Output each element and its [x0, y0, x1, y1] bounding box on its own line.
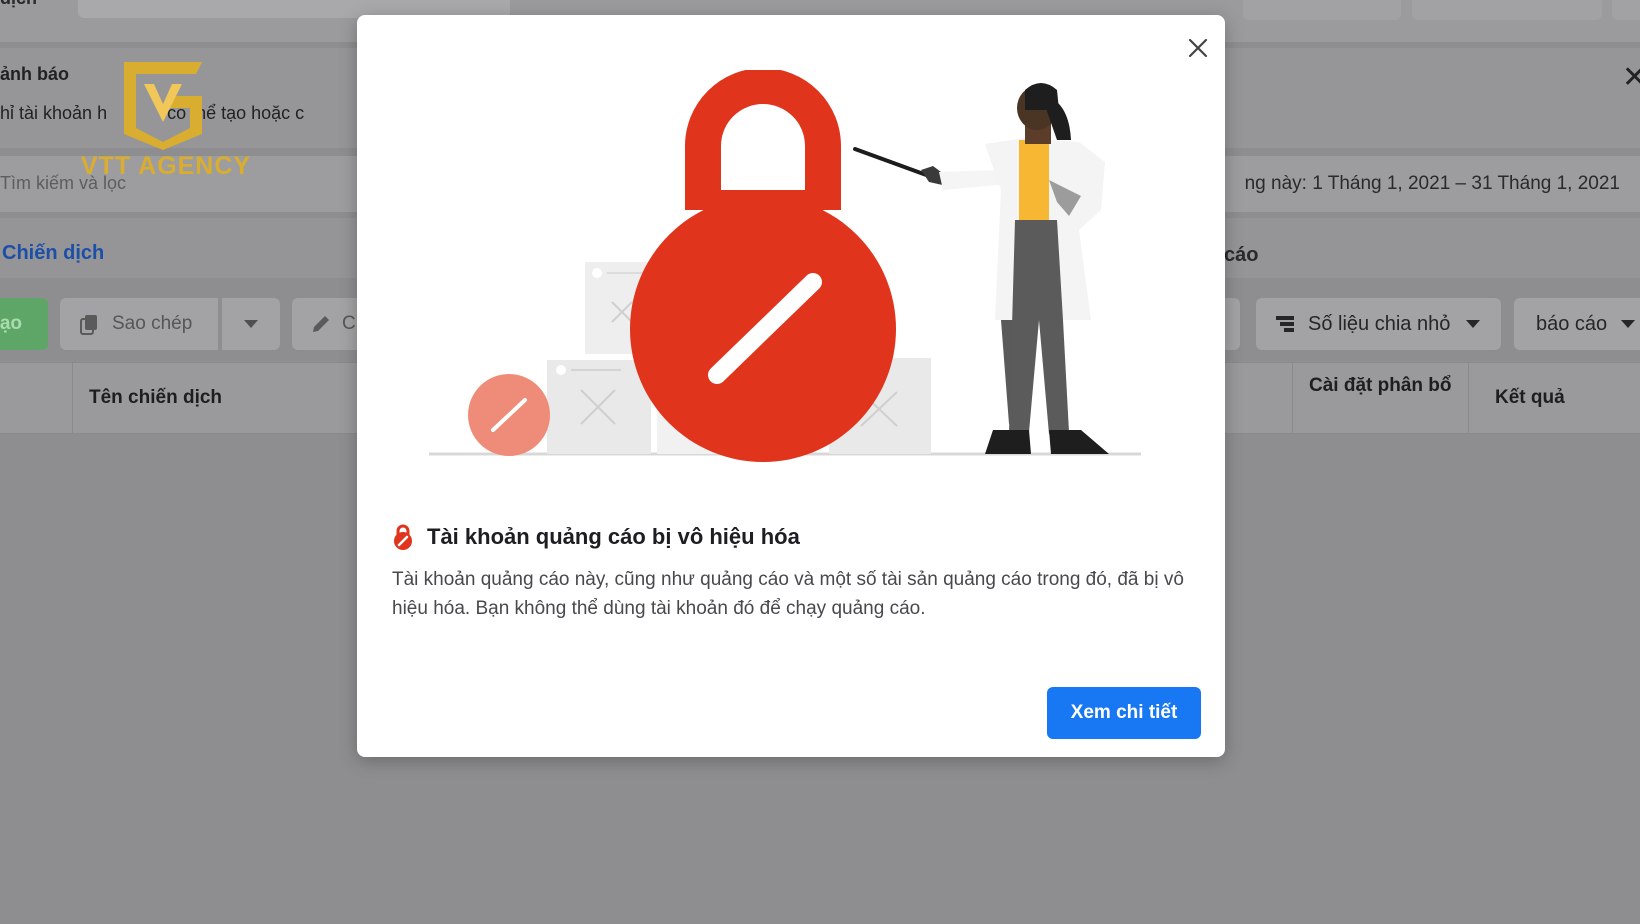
lock-disabled-icon: [394, 524, 412, 550]
breakdown-label: Số liệu chia nhỏ: [1308, 312, 1451, 335]
report-button[interactable]: báo cáo: [1514, 298, 1640, 350]
watermark: VTT AGENCY: [76, 56, 256, 184]
disabled-account-dialog: Tài khoản quảng cáo bị vô hiệu hóa Tài k…: [357, 15, 1225, 757]
top-bar-fragment: dịch: [0, 0, 37, 9]
create-button[interactable]: ạo: [0, 298, 48, 350]
breakdown-button[interactable]: Số liệu chia nhỏ: [1256, 298, 1501, 350]
breakdown-icon: [1276, 316, 1294, 332]
top-bar-button-3[interactable]: [1612, 0, 1640, 20]
column-campaign-name[interactable]: Tên chiến dịch: [72, 363, 372, 433]
date-range[interactable]: ng này: 1 Tháng 1, 2021 – 31 Tháng 1, 20…: [1245, 173, 1620, 195]
close-button[interactable]: [1181, 31, 1215, 65]
tab-campaign[interactable]: Chiến dịch: [2, 242, 104, 265]
close-icon: [1188, 38, 1208, 58]
vtt-logo-icon: [124, 62, 202, 150]
chevron-down-icon: [1466, 320, 1481, 328]
view-details-button[interactable]: Xem chi tiết: [1047, 687, 1201, 739]
edit-label: C: [342, 313, 356, 334]
edit-button[interactable]: C: [292, 298, 362, 350]
tab-report-fragment[interactable]: cáo: [1224, 244, 1258, 267]
pencil-icon: [313, 316, 329, 332]
dialog-title: Tài khoản quảng cáo bị vô hiệu hóa: [427, 524, 800, 549]
chevron-down-icon: [244, 320, 258, 328]
column-allocation[interactable]: Cài đặt phân bổ: [1292, 363, 1468, 433]
report-label: báo cáo: [1536, 312, 1608, 335]
column-result[interactable]: Kết quả: [1468, 363, 1640, 433]
top-bar-button-2[interactable]: [1412, 0, 1602, 20]
copy-button[interactable]: Sao chép: [60, 298, 218, 350]
dialog-heading: Tài khoản quảng cáo bị vô hiệu hóa: [391, 523, 800, 551]
chevron-down-icon: [1621, 320, 1636, 328]
top-bar-button-1[interactable]: [1243, 0, 1401, 20]
dialog-description: Tài khoản quảng cáo này, cũng như quảng …: [392, 569, 1184, 619]
warning-title: ảnh báo: [0, 64, 70, 84]
copy-dropdown[interactable]: [222, 298, 280, 350]
copy-icon: [80, 315, 97, 335]
copy-label: Sao chép: [112, 313, 193, 334]
locked-account-illustration: [429, 70, 1141, 462]
watermark-text: VTT AGENCY: [80, 152, 252, 180]
warning-close-icon[interactable]: ✕: [1622, 60, 1640, 95]
